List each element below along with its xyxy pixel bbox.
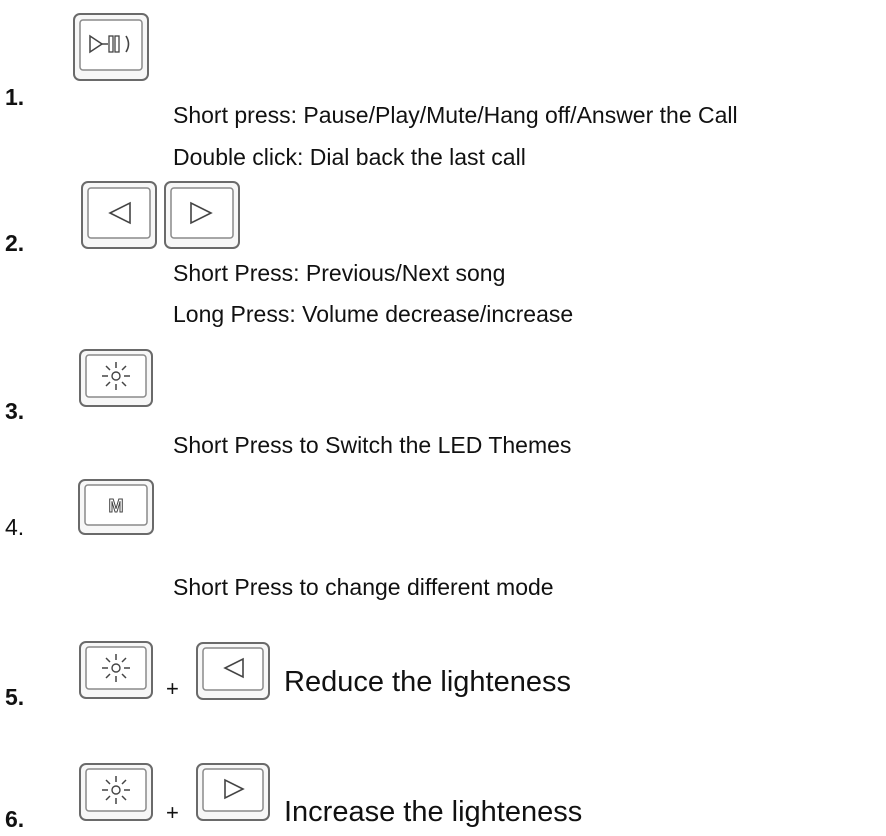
item-1-line-1: Short press: Pause/Play/Mute/Hang off/An… [173,102,738,128]
item-2-line-2: Long Press: Volume decrease/increase [173,301,574,327]
item-4-number: 4. [5,514,25,540]
item-4-line-1: Short Press to change different mode [173,574,554,600]
next-icon [164,181,240,249]
item-3-number: 3. [5,398,25,424]
item-2-number: 2. [5,230,25,256]
previous-icon [81,181,157,249]
item-1-number: 1. [5,84,25,110]
item-5-description: Reduce the lighteness [284,666,571,698]
light-icon [79,641,153,699]
item-3-line-1: Short Press to Switch the LED Themes [173,432,572,458]
item-5-number: 5. [5,684,25,710]
item-5-plus: + [166,676,179,701]
mode-icon: M [78,479,154,535]
previous-icon [196,642,270,700]
item-1-line-2: Double click: Dial back the last call [173,144,526,170]
item-6-plus: + [166,800,179,825]
next-icon [196,763,270,821]
light-icon [79,349,153,407]
item-6-number: 6. [5,806,25,832]
light-icon [79,763,153,821]
item-2-line-1: Short Press: Previous/Next song [173,260,506,286]
mode-key-label: M [109,496,124,516]
item-6-description: Increase the lighteness [284,796,583,828]
play-pause-call-icon [73,13,149,81]
